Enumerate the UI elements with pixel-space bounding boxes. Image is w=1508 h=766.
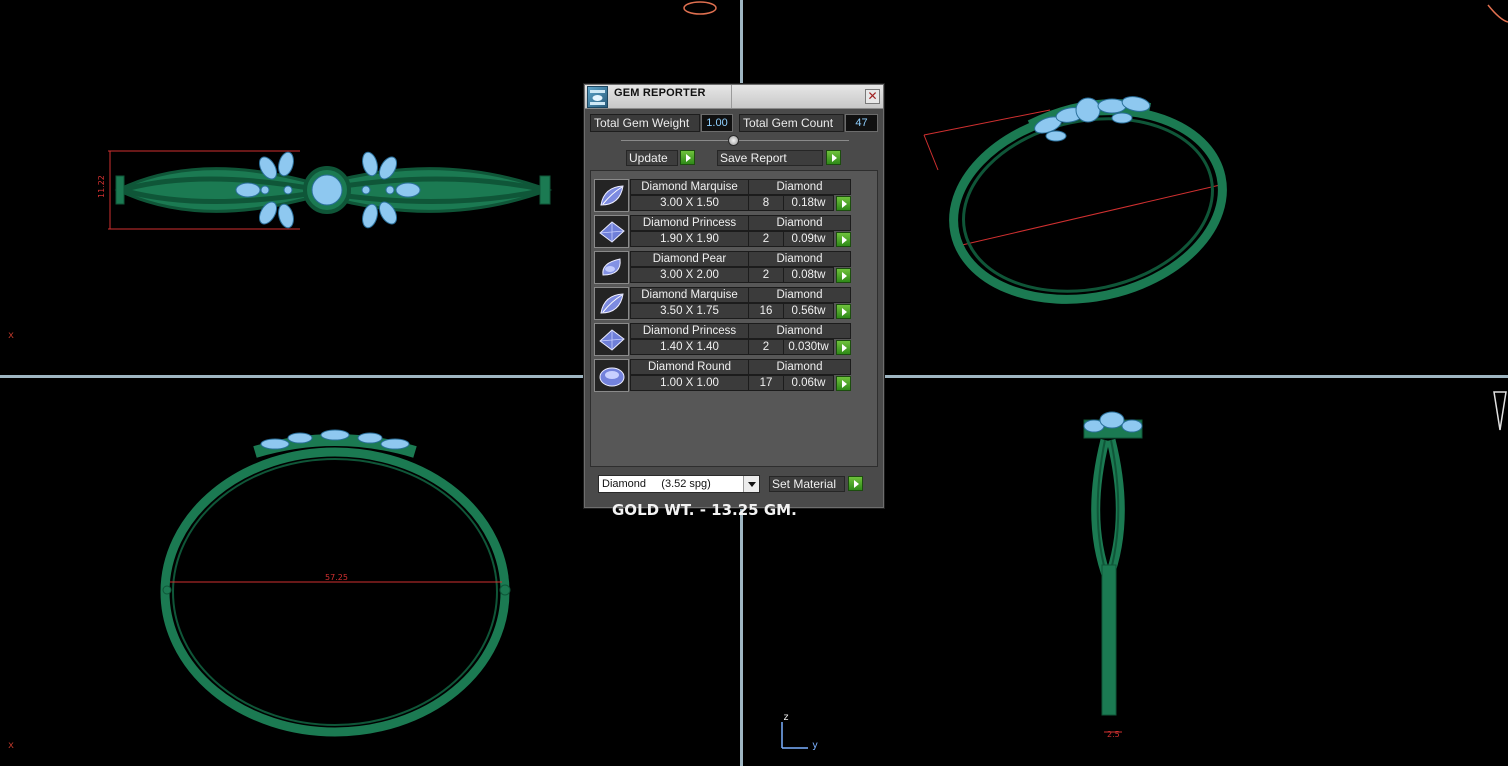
gem-row[interactable]: Diamond Princess Diamond 1.90 X 1.90 2 0.09t… [594,215,856,249]
panel-title: GEM REPORTER [614,87,706,99]
camera-icon [1493,391,1507,431]
save-report-button[interactable]: Save Report [717,150,823,166]
total-gem-count-label: Total Gem Count [739,114,844,132]
gem-row-go-arrow-icon[interactable] [836,376,851,391]
chevron-down-icon[interactable] [743,476,759,492]
gem-weight: 0.06tw [783,375,834,391]
axis-x-label: x [8,740,15,751]
gem-reporter-app-icon [587,86,608,108]
gem-row-go-arrow-icon[interactable] [836,268,851,283]
gem-count: 17 [748,375,784,391]
gem-weight: 0.08tw [783,267,834,283]
set-material-go-arrow-icon[interactable] [848,476,863,491]
total-gem-weight-label: Total Gem Weight [590,114,700,132]
dim-shank: 2.5 [1107,730,1120,739]
close-button[interactable]: ✕ [865,89,880,104]
round-icon[interactable] [594,359,629,392]
material-select-value: Diamond (3.52 spg) [602,478,711,490]
gem-material: Diamond [748,359,851,375]
material-select[interactable]: Diamond (3.52 spg) [598,475,760,493]
title-divider [731,85,732,108]
axis-x-label: x [8,330,15,341]
axis-z-label: z [783,712,790,723]
gem-row[interactable]: Diamond Round Diamond 1.00 X 1.00 17 0.06tw [594,359,856,393]
gem-name: Diamond Marquise [630,287,749,303]
gem-count: 2 [748,267,784,283]
bangle-perspective-view [923,96,1227,304]
gem-row-go-arrow-icon[interactable] [836,304,851,319]
gem-weight: 0.030tw [783,339,834,355]
gem-row-go-arrow-icon[interactable] [836,232,851,247]
ring-top-icon [683,1,717,15]
gem-list[interactable]: GOLD WT. - 13.25 GM. Diamond Marquise Dia… [590,170,878,519]
princess-icon[interactable] [594,323,629,356]
gem-count: 8 [748,195,784,211]
gem-name: Diamond Princess [630,215,749,231]
gem-size: 1.90 X 1.90 [630,231,749,247]
princess-icon[interactable] [594,215,629,248]
gem-count: 2 [748,231,784,247]
pear-icon[interactable] [594,251,629,284]
gem-size: 1.40 X 1.40 [630,339,749,355]
gem-weight: 0.09tw [783,231,834,247]
gem-size: 3.00 X 2.00 [630,267,749,283]
gem-size: 3.00 X 1.50 [630,195,749,211]
marquise-icon[interactable] [594,179,629,212]
gem-material: Diamond [748,323,851,339]
axis-gizmo [781,722,808,749]
update-button[interactable]: Update [626,150,678,166]
bangle-front-view: 11.22 [97,150,553,230]
marquise-icon[interactable] [594,287,629,320]
gem-name: Diamond Round [630,359,749,375]
gem-name: Diamond Princess [630,323,749,339]
gem-row[interactable]: Diamond Pear Diamond 3.00 X 2.00 2 0.08tw [594,251,856,285]
gem-size: 1.00 X 1.00 [630,375,749,391]
gem-row[interactable]: Diamond Marquise Diamond 3.00 X 1.50 8 0.18t… [594,179,856,213]
gem-name: Diamond Pear [630,251,749,267]
dim-diameter-bottom: 57.25 [325,573,348,582]
axis-y-label: y [812,740,819,751]
gem-material: Diamond [748,215,851,231]
gem-name: Diamond Marquise [630,179,749,195]
gem-reporter-panel: GEM REPORTER ✕ Total Gem Weight 1.00 Tot… [584,84,884,519]
bangle-side-view: 57.25 [160,429,511,737]
gem-material: Diamond [748,179,851,195]
gem-count: 2 [748,339,784,355]
gem-material: Diamond [748,251,851,267]
gem-weight: 0.56tw [783,303,834,319]
gem-row[interactable]: Diamond Marquise Diamond 3.50 X 1.75 16 0.56… [594,287,856,321]
gem-weight: 0.18tw [783,195,834,211]
gold-weight-note: GOLD WT. - 13.25 GM. [612,501,797,519]
gem-size: 3.50 X 1.75 [630,303,749,319]
bangle-end-view: 2.5 [1083,411,1143,739]
set-material-button[interactable]: Set Material [769,476,845,492]
size-slider-knob[interactable] [728,135,739,146]
gem-material: Diamond [748,287,851,303]
dim-height-top: 11.22 [97,175,106,198]
save-report-go-arrow-icon[interactable] [826,150,841,165]
gem-row-go-arrow-icon[interactable] [836,340,851,355]
gem-row[interactable]: Diamond Princess Diamond 1.40 X 1.40 2 0.030… [594,323,856,357]
update-go-arrow-icon[interactable] [680,150,695,165]
panel-titlebar[interactable]: GEM REPORTER ✕ [585,85,883,109]
gem-count: 16 [748,303,784,319]
gem-row-go-arrow-icon[interactable] [836,196,851,211]
total-gem-count-value: 47 [845,114,878,132]
total-gem-weight-value: 1.00 [701,114,733,132]
